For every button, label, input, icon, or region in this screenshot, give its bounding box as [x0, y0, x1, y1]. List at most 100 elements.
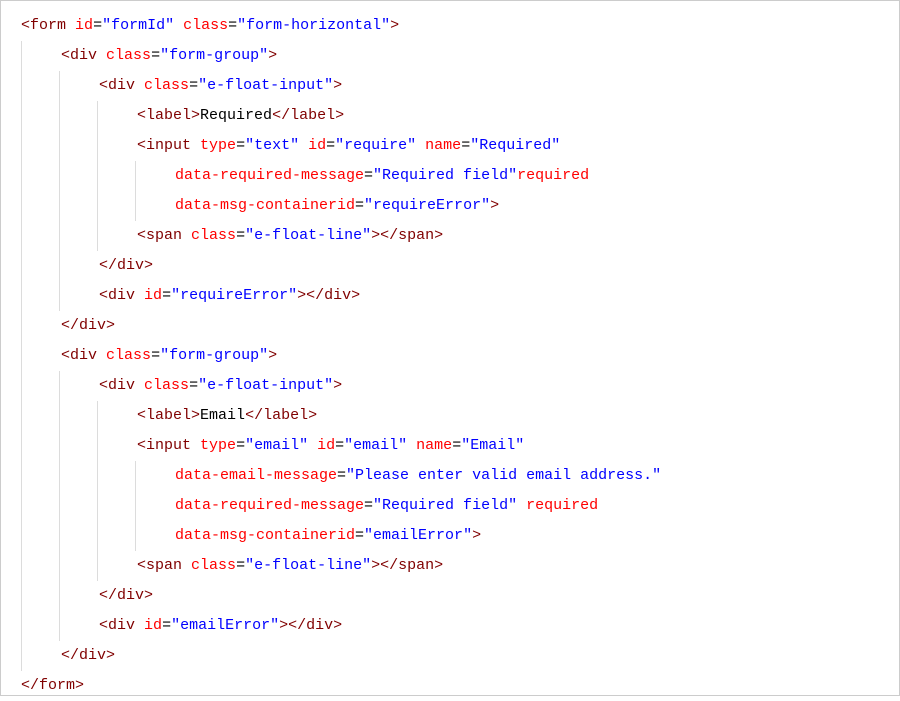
token-val: "e-float-input"	[198, 377, 333, 394]
code-line: <div id="emailError"></div>	[21, 611, 889, 641]
code-line: data-msg-containerid="emailError">	[21, 521, 889, 551]
token-txt	[308, 437, 317, 454]
token-attr: data-required-message	[175, 497, 364, 514]
token-brk: <	[99, 617, 108, 634]
token-name: div	[108, 77, 135, 94]
token-name: form	[30, 17, 66, 34]
token-txt: =	[189, 377, 198, 394]
token-attr: data-required-message	[175, 167, 364, 184]
token-txt	[191, 137, 200, 154]
token-name: input	[146, 437, 191, 454]
token-brk: </	[272, 107, 290, 124]
token-brk: >	[75, 677, 84, 694]
token-txt: =	[337, 467, 346, 484]
code-line: <label>Email</label>	[21, 401, 889, 431]
token-txt	[135, 287, 144, 304]
token-attr: class	[106, 47, 151, 64]
token-brk: >	[279, 617, 288, 634]
token-attr: id	[308, 137, 326, 154]
token-val: "text"	[245, 137, 299, 154]
token-txt: =	[364, 167, 373, 184]
code-line: </div>	[21, 311, 889, 341]
token-attr: id	[317, 437, 335, 454]
token-val: "Required"	[470, 137, 560, 154]
token-txt	[407, 437, 416, 454]
token-name: div	[324, 287, 351, 304]
token-name: span	[398, 227, 434, 244]
token-brk: >	[333, 77, 342, 94]
token-brk: >	[106, 647, 115, 664]
code-block: <form id="formId" class="form-horizontal…	[0, 0, 900, 696]
token-val: "Email"	[461, 437, 524, 454]
token-name: span	[146, 227, 182, 244]
token-txt: Email	[200, 407, 245, 424]
token-brk: >	[472, 527, 481, 544]
code-line: data-msg-containerid="requireError">	[21, 191, 889, 221]
token-brk: <	[99, 77, 108, 94]
token-brk: </	[61, 647, 79, 664]
code-line: </div>	[21, 641, 889, 671]
code-line: </div>	[21, 581, 889, 611]
token-brk: >	[371, 557, 380, 574]
token-brk: >	[308, 407, 317, 424]
token-val: "e-float-input"	[198, 77, 333, 94]
token-txt: =	[189, 77, 198, 94]
token-txt	[135, 77, 144, 94]
token-val: "emailError"	[364, 527, 472, 544]
token-name: form	[39, 677, 75, 694]
token-name: input	[146, 137, 191, 154]
code-line: data-required-message="Required field" r…	[21, 491, 889, 521]
code-line: <label>Required</label>	[21, 101, 889, 131]
token-txt: =	[364, 497, 373, 514]
token-brk: >	[106, 317, 115, 334]
token-txt: =	[162, 617, 171, 634]
token-txt	[182, 557, 191, 574]
token-val: "Required field"	[373, 497, 517, 514]
code-line: <span class="e-float-line"></span>	[21, 551, 889, 581]
token-brk: </	[61, 317, 79, 334]
token-attr: class	[183, 17, 228, 34]
token-attr: id	[75, 17, 93, 34]
code-line: <div class="form-group">	[21, 341, 889, 371]
code-line: <div class="e-float-input">	[21, 371, 889, 401]
token-val: "e-float-line"	[245, 227, 371, 244]
token-txt: =	[355, 197, 364, 214]
code-line: <input type="text" id="require" name="Re…	[21, 131, 889, 161]
token-brk: <	[137, 227, 146, 244]
code-line: <div id="requireError"></div>	[21, 281, 889, 311]
token-brk: >	[144, 587, 153, 604]
token-attr: required	[517, 167, 589, 184]
token-name: div	[306, 617, 333, 634]
token-txt	[416, 137, 425, 154]
token-name: div	[117, 587, 144, 604]
token-brk: >	[268, 47, 277, 64]
token-attr: type	[200, 437, 236, 454]
token-brk: <	[137, 137, 146, 154]
token-brk: <	[137, 437, 146, 454]
code-line: </form>	[21, 671, 889, 701]
token-txt: =	[236, 437, 245, 454]
token-val: "require"	[335, 137, 416, 154]
token-txt: =	[236, 227, 245, 244]
token-brk: </	[380, 227, 398, 244]
token-brk: >	[434, 227, 443, 244]
token-brk: </	[380, 557, 398, 574]
token-name: div	[70, 347, 97, 364]
token-brk: >	[268, 347, 277, 364]
token-name: div	[70, 47, 97, 64]
code-line: <form id="formId" class="form-horizontal…	[21, 11, 889, 41]
token-txt: =	[236, 557, 245, 574]
token-attr: class	[144, 377, 189, 394]
token-brk: >	[351, 287, 360, 304]
token-txt: =	[162, 287, 171, 304]
token-brk: >	[191, 407, 200, 424]
token-txt	[66, 17, 75, 34]
code-line: <div class="e-float-input">	[21, 71, 889, 101]
token-brk: >	[434, 557, 443, 574]
token-name: div	[79, 317, 106, 334]
token-txt	[174, 17, 183, 34]
token-txt	[97, 47, 106, 64]
token-name: label	[263, 407, 308, 424]
token-txt: =	[93, 17, 102, 34]
token-val: "form-group"	[160, 47, 268, 64]
